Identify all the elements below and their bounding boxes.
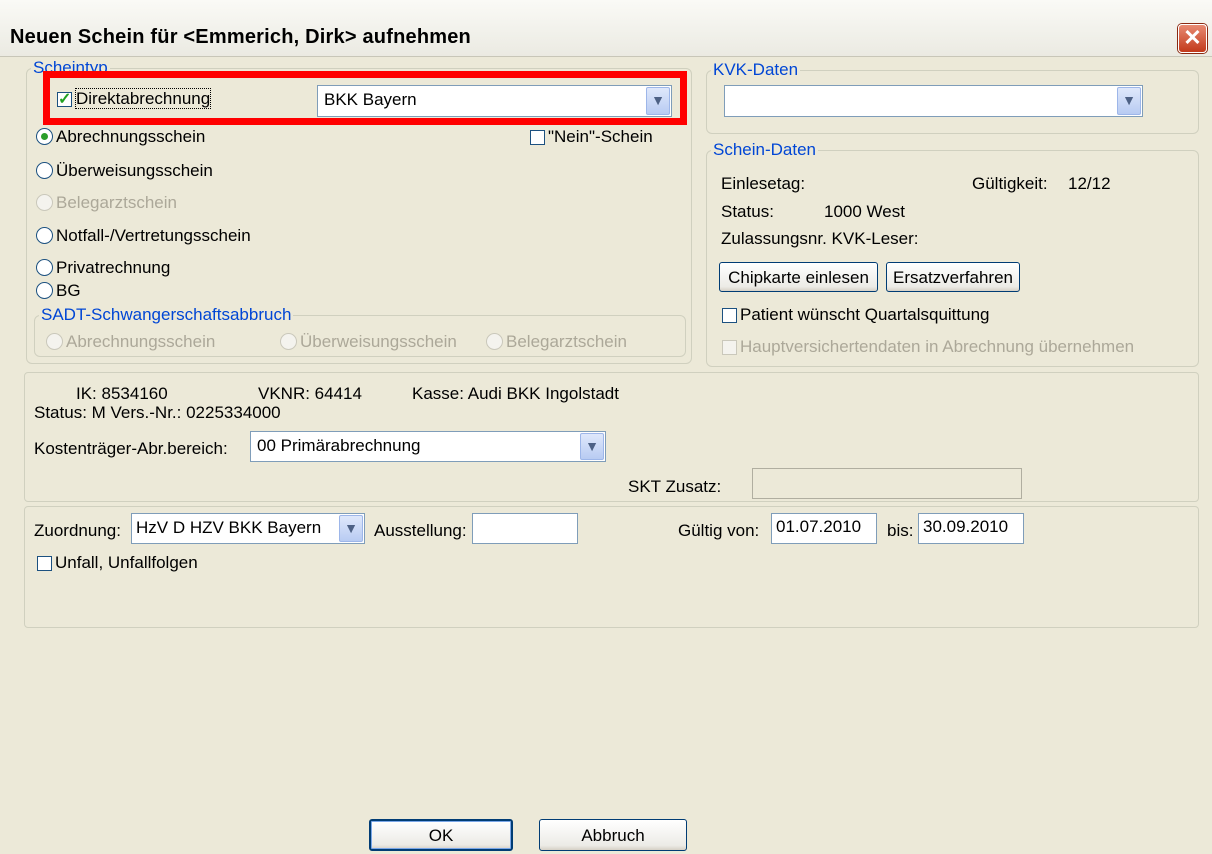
gueltig-von-label: Gültig von:: [678, 521, 760, 540]
radio-ueberweisungsschein[interactable]: Überweisungsschein: [36, 161, 213, 181]
highlight-box: [43, 71, 687, 125]
sadt-radio-ueberweisungsschein[interactable]: Überweisungsschein: [280, 332, 457, 352]
schein-daten-legend: Schein-Daten: [713, 140, 817, 159]
skt-zusatz-input[interactable]: [752, 468, 1022, 499]
ersatzverfahren-button[interactable]: Ersatzverfahren: [886, 262, 1020, 292]
radio-label: Überweisungsschein: [56, 161, 213, 180]
ausstellung-input[interactable]: [472, 513, 578, 544]
bis-value: 30.09.2010: [923, 517, 1009, 536]
radio-label: Belegarztschein: [506, 332, 627, 351]
radio-icon: [36, 227, 53, 244]
quartalsquittung-label: Patient wünscht Quartalsquittung: [740, 305, 990, 324]
ersatz-button-label: Ersatzverfahren: [893, 268, 1013, 287]
radio-label: Notfall-/Vertretungsschein: [56, 226, 251, 245]
zuordnung-value: HzV D HZV BKK Bayern: [136, 518, 322, 537]
hauptversicherten-label: Hauptversichertendaten in Abrechnung übe…: [740, 337, 1135, 356]
unfall-checkbox[interactable]: Unfall, Unfallfolgen: [37, 553, 198, 573]
bis-input[interactable]: 30.09.2010: [918, 513, 1024, 544]
radio-icon: [486, 333, 503, 350]
unfall-label: Unfall, Unfallfolgen: [55, 553, 198, 572]
nein-schein-checkbox[interactable]: "Nein"-Schein: [530, 127, 653, 147]
radio-icon: [46, 333, 63, 350]
abbruch-button-label: Abbruch: [581, 826, 645, 845]
gueltigkeit-value: 12/12: [1068, 174, 1111, 193]
nein-schein-label: "Nein"-Schein: [548, 127, 653, 146]
radio-icon: [36, 282, 53, 299]
status-value: 1000 West: [824, 202, 905, 221]
hauptversicherten-checkbox[interactable]: Hauptversichertendaten in Abrechnung übe…: [722, 337, 1134, 357]
kvk-legend: KVK-Daten: [713, 60, 799, 79]
ok-button-label: OK: [428, 826, 454, 845]
ik-text: IK: 8534160: [76, 384, 168, 403]
kvk-dropdown[interactable]: ▼: [724, 85, 1143, 117]
sadt-legend: SADT-Schwangerschaftsabbruch: [41, 305, 292, 324]
radio-icon: [36, 259, 53, 276]
gueltigkeit-label: Gültigkeit:: [972, 174, 1048, 193]
window-title: Neuen Schein für <Emmerich, Dirk> aufneh…: [10, 26, 471, 48]
radio-label: Abrechnungsschein: [56, 127, 206, 146]
chevron-down-icon[interactable]: ▼: [339, 515, 363, 542]
kostentraeger-value: 00 Primärabrechnung: [257, 436, 421, 455]
status-label: Status:: [721, 202, 774, 221]
gueltig-von-input[interactable]: 01.07.2010: [771, 513, 877, 544]
kostentraeger-dropdown[interactable]: 00 Primärabrechnung ▼: [250, 431, 606, 462]
kasse-text: Kasse: Audi BKK Ingolstadt: [412, 384, 619, 403]
radio-label: BG: [56, 281, 81, 300]
radio-label: Abrechnungsschein: [66, 332, 216, 351]
sadt-radio-belegarztschein[interactable]: Belegarztschein: [486, 332, 627, 352]
checkbox-icon: [37, 556, 52, 571]
radio-label: Belegarztschein: [56, 193, 177, 212]
quartalsquittung-checkbox[interactable]: Patient wünscht Quartalsquittung: [722, 305, 989, 325]
zuordnung-label: Zuordnung:: [34, 521, 121, 540]
radio-notfall[interactable]: Notfall-/Vertretungsschein: [36, 226, 251, 246]
close-icon: ✕: [1183, 25, 1202, 50]
radio-belegarztschein[interactable]: Belegarztschein: [36, 193, 177, 213]
chipkarte-button-label: Chipkarte einlesen: [728, 268, 869, 287]
ausstellung-label: Ausstellung:: [374, 521, 467, 540]
kostentraeger-label: Kostenträger-Abr.bereich:: [34, 439, 228, 458]
sadt-radio-abrechnungsschein[interactable]: Abrechnungsschein: [46, 332, 215, 352]
radio-icon: [36, 162, 53, 179]
chipkarte-einlesen-button[interactable]: Chipkarte einlesen: [719, 262, 878, 292]
radio-selected-icon: [36, 128, 53, 145]
zuordnung-dropdown[interactable]: HzV D HZV BKK Bayern ▼: [131, 513, 365, 544]
bis-label: bis:: [887, 521, 914, 540]
einlesetag-label: Einlesetag:: [721, 174, 806, 193]
radio-icon: [36, 194, 53, 211]
chevron-down-icon[interactable]: ▼: [1117, 87, 1141, 115]
radio-label: Privatrechnung: [56, 258, 171, 277]
close-button[interactable]: ✕: [1178, 24, 1207, 53]
zulassung-label: Zulassungsnr. KVK-Leser:: [721, 229, 919, 248]
skt-zusatz-label: SKT Zusatz:: [628, 477, 722, 496]
vknr-text: VKNR: 64414: [258, 384, 362, 403]
gueltig-von-value: 01.07.2010: [776, 517, 862, 536]
vers-status-text: Status: M Vers.-Nr.: 0225334000: [34, 403, 281, 422]
checkbox-icon: [722, 308, 737, 323]
radio-abrechnungsschein[interactable]: Abrechnungsschein: [36, 127, 205, 147]
abbruch-button[interactable]: Abbruch: [539, 819, 687, 851]
ok-button[interactable]: OK: [369, 819, 513, 851]
radio-label: Überweisungsschein: [300, 332, 457, 351]
checkbox-icon: [722, 340, 737, 355]
radio-icon: [280, 333, 297, 350]
checkbox-icon: [530, 130, 545, 145]
radio-privatrechnung[interactable]: Privatrechnung: [36, 258, 170, 278]
radio-bg[interactable]: BG: [36, 281, 81, 301]
chevron-down-icon[interactable]: ▼: [580, 433, 604, 460]
